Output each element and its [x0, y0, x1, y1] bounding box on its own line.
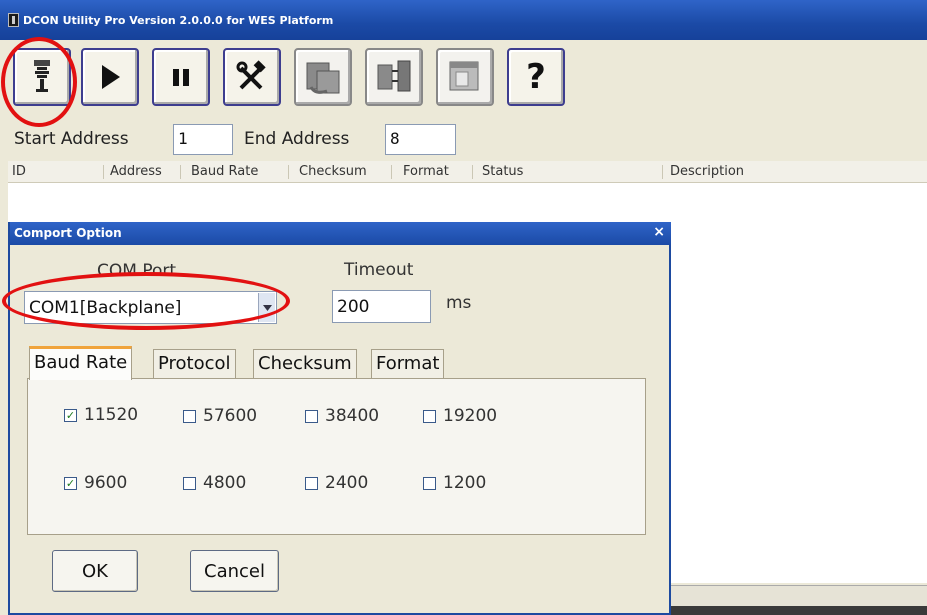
- tab-checksum[interactable]: Checksum: [253, 349, 357, 378]
- column-status[interactable]: Status: [482, 164, 523, 179]
- help-icon: ?: [526, 57, 546, 97]
- baud-checkbox-9600[interactable]: ✓ 9600: [64, 473, 127, 493]
- baud-checkbox-11520[interactable]: ✓ 11520: [64, 405, 138, 425]
- checkbox[interactable]: [305, 476, 318, 490]
- baud-rate-panel: ✓ 11520 57600 38400 19200 ✓ 9600 4800 2400…: [27, 378, 646, 535]
- checkbox[interactable]: [423, 409, 436, 423]
- column-checksum[interactable]: Checksum: [299, 164, 367, 179]
- cancel-button[interactable]: Cancel: [190, 550, 279, 592]
- checkbox[interactable]: ✓: [64, 408, 77, 422]
- baud-checkbox-38400[interactable]: 38400: [305, 406, 379, 426]
- checkbox[interactable]: [183, 476, 196, 490]
- start-address-label: Start Address: [14, 129, 129, 149]
- play-icon: [102, 65, 120, 89]
- help-button[interactable]: ?: [507, 48, 565, 106]
- baud-checkbox-1200[interactable]: 1200: [423, 473, 486, 493]
- com-port-label: COM Port: [97, 261, 177, 281]
- ok-button[interactable]: OK: [52, 550, 138, 592]
- title-bar: DCON Utility Pro Version 2.0.0.0 for WES…: [0, 0, 927, 40]
- module-list-header: ID Address Baud Rate Checksum Format Sta…: [8, 161, 927, 183]
- baud-checkbox-19200[interactable]: 19200: [423, 406, 497, 426]
- timeout-input[interactable]: 200: [332, 290, 431, 323]
- column-description[interactable]: Description: [670, 164, 744, 179]
- dialog-title-bar: Comport Option ×: [10, 222, 671, 245]
- comport-button[interactable]: [13, 48, 71, 106]
- column-format[interactable]: Format: [403, 164, 449, 179]
- column-address[interactable]: Address: [110, 164, 162, 179]
- start-address-input[interactable]: 1: [173, 124, 233, 155]
- com-port-value: COM1[Backplane]: [29, 298, 182, 318]
- column-baud-rate[interactable]: Baud Rate: [191, 164, 258, 179]
- checkbox[interactable]: [423, 476, 436, 490]
- timeout-label: Timeout: [344, 260, 414, 280]
- checkbox[interactable]: ✓: [64, 476, 77, 490]
- column-id[interactable]: ID: [12, 164, 26, 179]
- baud-checkbox-57600[interactable]: 57600: [183, 406, 257, 426]
- window-icon: [449, 61, 479, 91]
- app-icon: [8, 13, 19, 27]
- module-button[interactable]: [294, 48, 352, 106]
- window-button[interactable]: [436, 48, 494, 106]
- comport-icon: [34, 60, 50, 92]
- pause-button[interactable]: [152, 48, 210, 106]
- tab-format[interactable]: Format: [371, 349, 445, 378]
- end-address-label: End Address: [244, 129, 350, 149]
- baud-checkbox-2400[interactable]: 2400: [305, 473, 368, 493]
- end-address-input[interactable]: 8: [385, 124, 456, 155]
- checkbox[interactable]: [305, 409, 318, 423]
- baud-checkbox-4800[interactable]: 4800: [183, 473, 246, 493]
- comport-option-dialog: Comport Option × COM Port COM1[Backplane…: [8, 222, 671, 615]
- status-bar-dark: [670, 606, 927, 615]
- checkbox[interactable]: [183, 409, 196, 423]
- pause-icon: [173, 69, 189, 86]
- start-button[interactable]: [81, 48, 139, 106]
- window-title: DCON Utility Pro Version 2.0.0.0 for WES…: [23, 13, 334, 27]
- io-module-icon: [377, 60, 411, 92]
- io-module-button[interactable]: [365, 48, 423, 106]
- chevron-down-icon[interactable]: [258, 293, 275, 322]
- close-icon[interactable]: ×: [653, 224, 665, 240]
- timeout-unit: ms: [446, 293, 472, 313]
- tools-button[interactable]: [223, 48, 281, 106]
- com-port-select[interactable]: COM1[Backplane]: [24, 291, 277, 324]
- tab-baud-rate[interactable]: Baud Rate: [29, 346, 133, 380]
- tools-icon: [236, 60, 266, 90]
- tab-protocol[interactable]: Protocol: [153, 349, 236, 378]
- dialog-title: Comport Option: [14, 226, 122, 240]
- module-icon: [306, 62, 340, 94]
